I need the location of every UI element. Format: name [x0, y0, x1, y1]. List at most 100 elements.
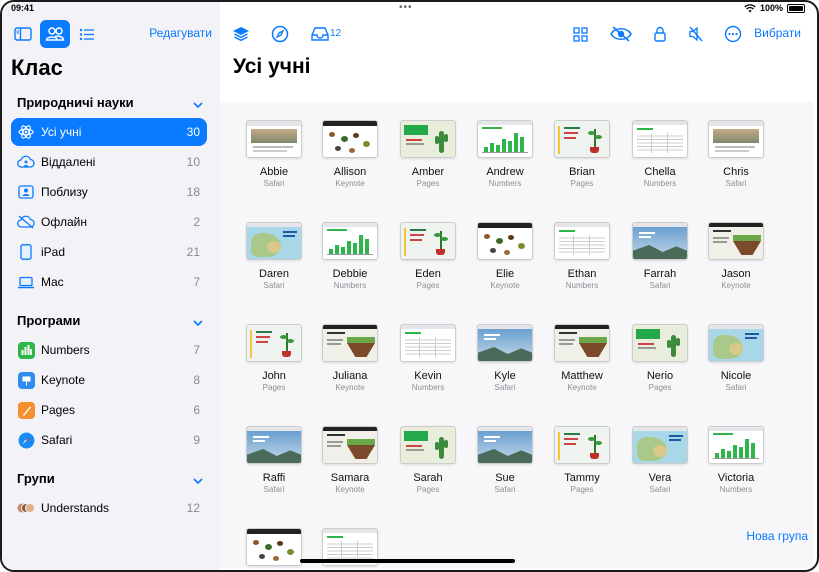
new-group-button[interactable]: Нова група [746, 529, 808, 543]
sidebar-item-all-students[interactable]: Усі учні 30 [11, 118, 207, 146]
screen-thumbnail[interactable] [401, 223, 455, 259]
student-tile[interactable]: Nerio Pages [622, 325, 698, 392]
sidebar-item-pages[interactable]: Pages 6 [11, 396, 207, 424]
screen-thumbnail[interactable] [555, 121, 609, 157]
student-app: Safari [725, 383, 747, 392]
inbox-icon[interactable] [310, 24, 330, 44]
group-avatars-icon [17, 499, 35, 517]
screen-thumbnail[interactable] [633, 223, 687, 259]
screen-thumbnail[interactable] [555, 223, 609, 259]
sidebar-item-safari[interactable]: Safari 9 [11, 426, 207, 454]
student-tile[interactable]: Kyle Safari [467, 325, 543, 392]
screen-thumbnail[interactable] [478, 121, 532, 157]
student-tile[interactable]: Debbie Numbers [312, 223, 388, 290]
student-tile[interactable]: Juliana Keynote [312, 325, 388, 392]
students-view-icon[interactable] [40, 20, 70, 48]
screen-thumbnail[interactable] [709, 121, 763, 157]
list-view-icon[interactable] [72, 20, 102, 48]
section-header-groups[interactable]: Групи [17, 471, 207, 486]
student-app: Safari [494, 383, 516, 392]
home-indicator[interactable] [300, 559, 515, 563]
student-tile[interactable]: Eden Pages [390, 223, 466, 290]
sidebar-item-understands[interactable]: Understands 12 [11, 494, 207, 522]
student-app: Pages [416, 179, 440, 188]
screen-thumbnail[interactable] [633, 121, 687, 157]
screen-thumbnail[interactable] [709, 427, 763, 463]
student-tile[interactable]: Matthew Keynote [544, 325, 620, 392]
sidebar-toggle-icon[interactable] [8, 20, 38, 48]
student-tile[interactable]: Nicole Safari [698, 325, 774, 392]
sidebar-item-numbers[interactable]: Numbers 7 [11, 336, 207, 364]
layers-icon[interactable] [231, 24, 251, 44]
screen-thumbnail[interactable] [401, 121, 455, 157]
student-tile[interactable]: Samara Keynote [312, 427, 388, 494]
screen-thumbnail[interactable] [247, 325, 301, 361]
student-tile[interactable]: Allison Keynote [312, 121, 388, 188]
screen-thumbnail[interactable] [323, 121, 377, 157]
mute-icon[interactable] [686, 24, 706, 44]
lock-icon[interactable] [650, 24, 670, 44]
screen-thumbnail[interactable] [401, 325, 455, 361]
student-app: Keynote [721, 281, 751, 290]
student-tile[interactable]: Brian Pages [544, 121, 620, 188]
student-tile[interactable]: Daren Safari [236, 223, 312, 290]
sidebar-item-remote[interactable]: Віддалені 10 [11, 148, 207, 176]
student-tile[interactable]: Kevin Numbers [390, 325, 466, 392]
chevron-down-icon[interactable] [193, 473, 203, 488]
chevron-down-icon[interactable] [193, 315, 203, 330]
atom-icon [17, 123, 35, 141]
student-tile[interactable]: Sue Safari [467, 427, 543, 494]
screen-thumbnail[interactable] [555, 325, 609, 361]
eye-slash-icon[interactable] [609, 24, 633, 44]
student-tile[interactable]: Chris Safari [698, 121, 774, 188]
student-tile[interactable]: Farrah Safari [622, 223, 698, 290]
student-tile[interactable]: Amber Pages [390, 121, 466, 188]
student-app: Safari [263, 179, 285, 188]
student-tile[interactable]: Chella Numbers [622, 121, 698, 188]
student-tile[interactable]: Vera Safari [622, 427, 698, 494]
compass-icon[interactable] [270, 24, 290, 44]
sidebar-item-offline[interactable]: Офлайн 2 [11, 208, 207, 236]
screen-thumbnail[interactable] [555, 427, 609, 463]
student-tile[interactable]: Andrew Numbers [467, 121, 543, 188]
section-header-science[interactable]: Природничі науки [17, 95, 207, 110]
chevron-down-icon[interactable] [193, 97, 203, 112]
sidebar-item-keynote[interactable]: Keynote 8 [11, 366, 207, 394]
screen-thumbnail[interactable] [709, 325, 763, 361]
screen-thumbnail[interactable] [478, 427, 532, 463]
student-tile[interactable]: Abbie Safari [236, 121, 312, 188]
student-name: Sarah [413, 472, 443, 484]
student-tile[interactable]: Tammy Pages [544, 427, 620, 494]
screen-thumbnail[interactable] [247, 529, 301, 565]
student-tile[interactable]: John Pages [236, 325, 312, 392]
student-tile[interactable]: Jason Keynote [698, 223, 774, 290]
screen-thumbnail[interactable] [633, 325, 687, 361]
select-button[interactable]: Вибрати [754, 26, 801, 40]
screen-thumbnail[interactable] [323, 223, 377, 259]
student-tile[interactable]: Ethan Numbers [544, 223, 620, 290]
screen-thumbnail[interactable] [323, 427, 377, 463]
screen-thumbnail[interactable] [247, 223, 301, 259]
multitask-dots-icon[interactable]: ••• [399, 2, 413, 13]
grid-view-icon[interactable] [570, 24, 590, 44]
student-app: Safari [263, 281, 285, 290]
screen-thumbnail[interactable] [401, 427, 455, 463]
screen-thumbnail[interactable] [478, 223, 532, 259]
student-tile[interactable]: Victoria Numbers [698, 427, 774, 494]
edit-button[interactable]: Редагувати [149, 26, 212, 40]
student-name: Elie [495, 268, 515, 280]
screen-thumbnail[interactable] [247, 121, 301, 157]
student-tile[interactable]: Raffi Safari [236, 427, 312, 494]
sidebar-item-mac[interactable]: Mac 7 [11, 268, 207, 296]
screen-thumbnail[interactable] [247, 427, 301, 463]
section-header-apps[interactable]: Програми [17, 313, 207, 328]
sidebar-item-ipad[interactable]: iPad 21 [11, 238, 207, 266]
sidebar-item-nearby[interactable]: Поблизу 18 [11, 178, 207, 206]
student-tile[interactable]: Sarah Pages [390, 427, 466, 494]
student-tile[interactable]: Elie Keynote [467, 223, 543, 290]
screen-thumbnail[interactable] [478, 325, 532, 361]
screen-thumbnail[interactable] [323, 325, 377, 361]
screen-thumbnail[interactable] [709, 223, 763, 259]
more-icon[interactable] [723, 24, 743, 44]
screen-thumbnail[interactable] [633, 427, 687, 463]
